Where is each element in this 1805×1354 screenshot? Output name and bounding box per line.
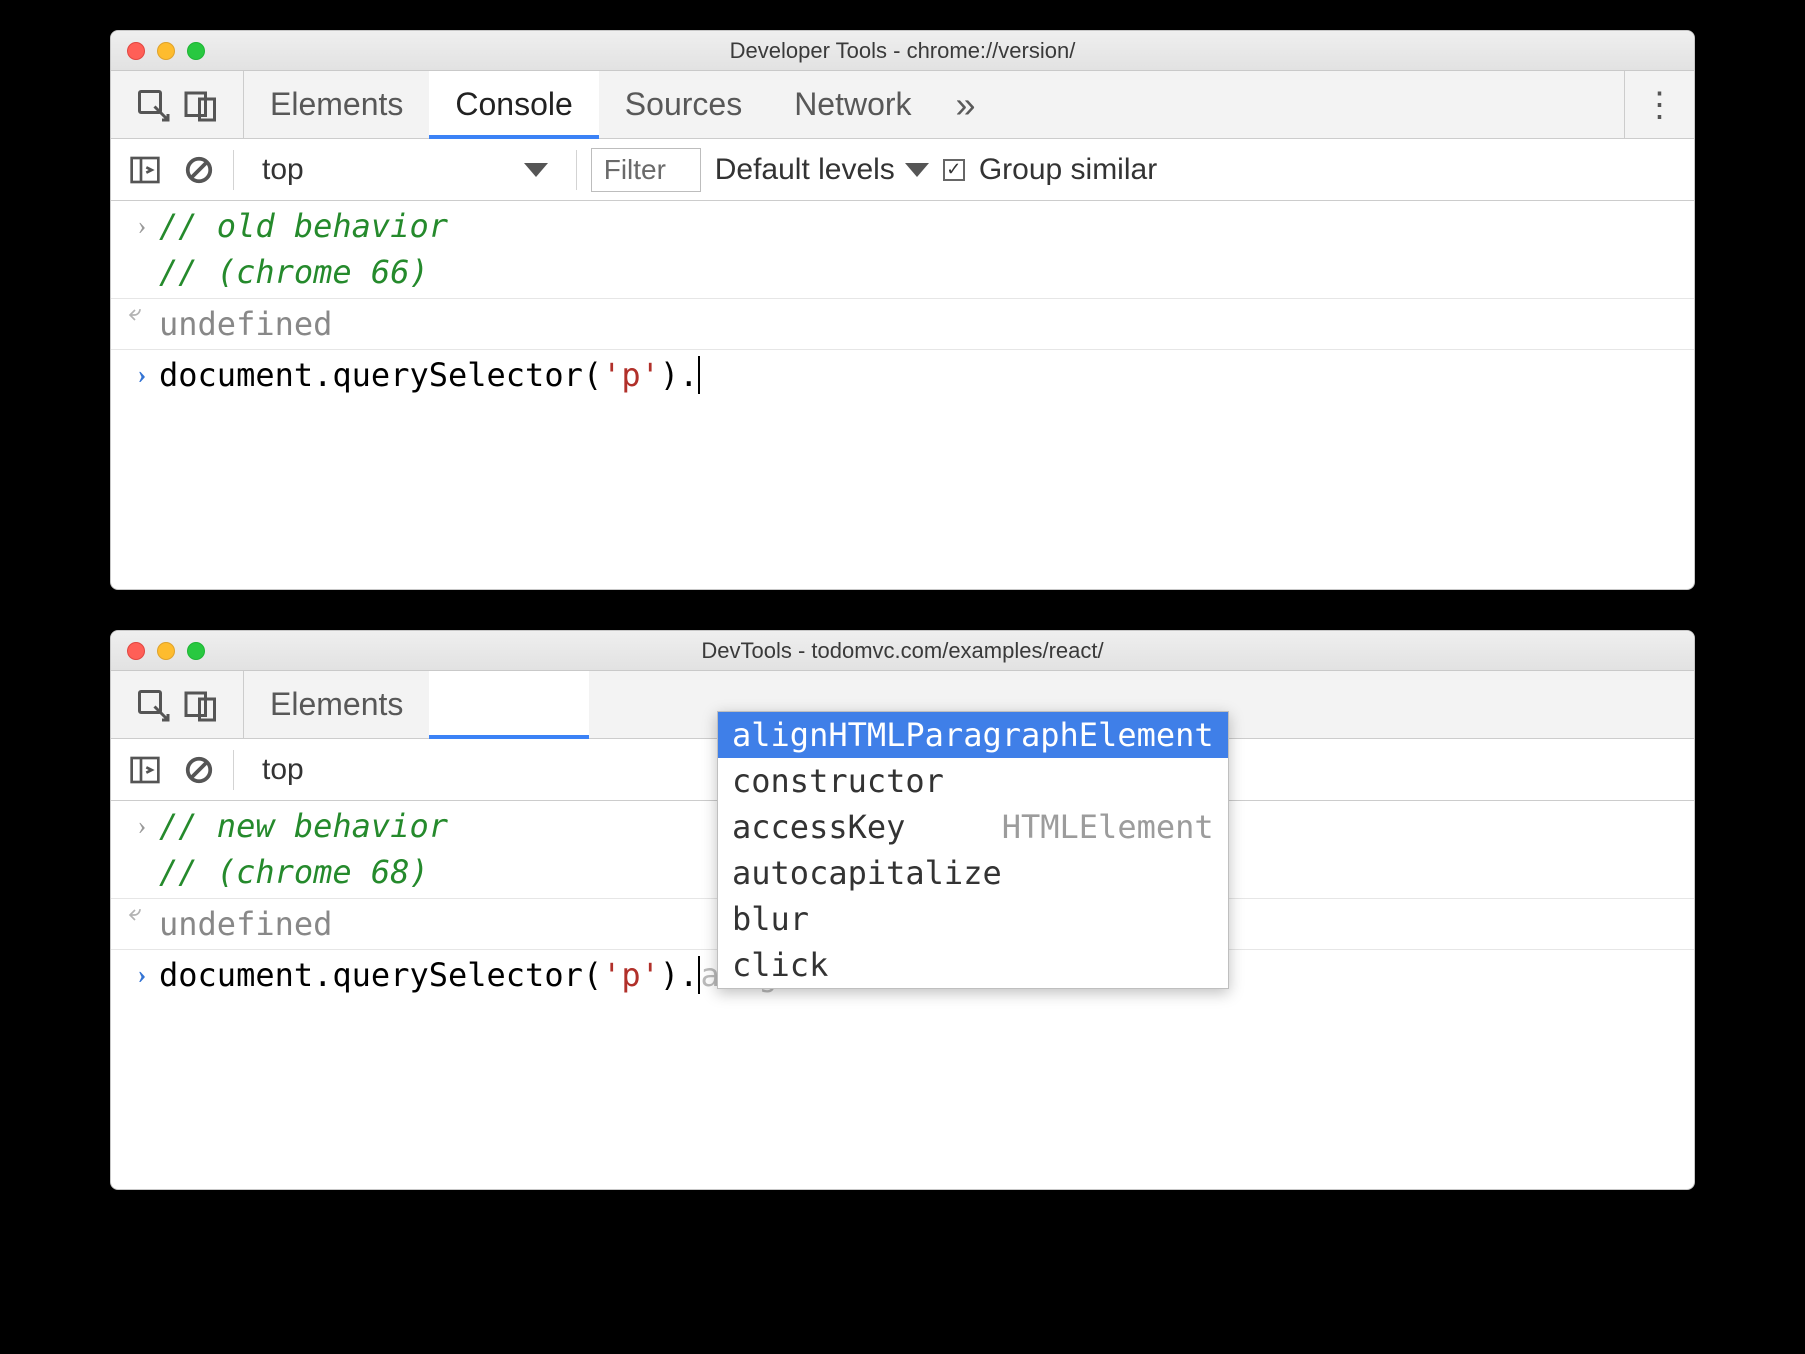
prompt-caret-icon: › bbox=[125, 352, 159, 394]
ac-label: accessKey bbox=[732, 808, 905, 846]
context-label: top bbox=[262, 153, 304, 187]
minimize-icon[interactable] bbox=[157, 42, 175, 60]
code-string: 'p' bbox=[602, 956, 660, 994]
traffic-lights bbox=[111, 642, 205, 660]
input-caret-icon: › bbox=[125, 203, 159, 245]
traffic-lights bbox=[111, 42, 205, 60]
clear-console-icon[interactable] bbox=[179, 150, 219, 190]
window-title: Developer Tools - chrome://version/ bbox=[111, 38, 1694, 64]
console-prompt-row[interactable]: › document.querySelector('p'). bbox=[111, 349, 1694, 400]
code-text: ). bbox=[660, 356, 699, 394]
group-similar-checkbox[interactable]: ✓ bbox=[943, 159, 965, 181]
close-icon[interactable] bbox=[127, 642, 145, 660]
autocomplete-item[interactable]: autocapitalize bbox=[718, 850, 1228, 896]
tab-sources[interactable]: Sources bbox=[599, 71, 768, 138]
close-icon[interactable] bbox=[127, 42, 145, 60]
comment: // (chrome 66) bbox=[159, 253, 429, 291]
console-output-row: undefined bbox=[111, 298, 1694, 349]
group-similar-label: Group similar bbox=[979, 153, 1157, 187]
tab-elements[interactable]: Elements bbox=[244, 71, 429, 138]
autocomplete-item[interactable]: accessKey HTMLElement bbox=[718, 804, 1228, 850]
inspect-icon[interactable] bbox=[133, 685, 173, 725]
output-caret-icon bbox=[125, 301, 159, 325]
text-cursor bbox=[698, 356, 701, 394]
tabbar: Elements Console Sources Network » ⋮ bbox=[111, 71, 1694, 139]
console-sidebar-toggle-icon[interactable] bbox=[125, 150, 165, 190]
ac-hint: HTMLElement bbox=[1002, 808, 1214, 846]
tab-console-hidden[interactable] bbox=[429, 671, 589, 738]
code-text: ). bbox=[660, 956, 699, 994]
device-toggle-icon[interactable] bbox=[181, 85, 221, 125]
ac-label: constructor bbox=[732, 762, 944, 800]
log-levels-selector[interactable]: Default levels bbox=[715, 153, 929, 187]
minimize-icon[interactable] bbox=[157, 642, 175, 660]
filter-input[interactable]: Filter bbox=[591, 148, 701, 192]
code-string: 'p' bbox=[602, 356, 660, 394]
autocomplete-item[interactable]: blur bbox=[718, 896, 1228, 942]
chevron-down-icon bbox=[524, 163, 548, 177]
autocomplete-item[interactable]: constructor bbox=[718, 758, 1228, 804]
ac-hint: HTMLParagraphElement bbox=[828, 716, 1213, 754]
comment: // (chrome 68) bbox=[159, 853, 429, 891]
console-result: undefined bbox=[159, 301, 332, 347]
output-caret-icon bbox=[125, 901, 159, 925]
tool-group bbox=[111, 71, 244, 138]
console-input[interactable]: document.querySelector('p'). bbox=[159, 352, 701, 398]
filter-placeholder: Filter bbox=[604, 154, 666, 186]
context-selector[interactable]: top bbox=[248, 753, 318, 787]
separator bbox=[233, 750, 234, 790]
clear-console-icon[interactable] bbox=[179, 750, 219, 790]
console-body: › // old behavior // (chrome 66) undefin… bbox=[111, 201, 1694, 451]
devtools-window-1: Developer Tools - chrome://version/ Elem… bbox=[110, 30, 1695, 590]
autocomplete-item[interactable]: align HTMLParagraphElement bbox=[718, 712, 1228, 758]
input-caret-icon: › bbox=[125, 803, 159, 845]
ac-label: click bbox=[732, 946, 828, 984]
devtools-window-2: DevTools - todomvc.com/examples/react/ E… bbox=[110, 630, 1695, 1190]
context-label: top bbox=[262, 753, 304, 787]
comment: // old behavior bbox=[159, 207, 448, 245]
titlebar: Developer Tools - chrome://version/ bbox=[111, 31, 1694, 71]
ac-label: blur bbox=[732, 900, 809, 938]
console-toolbar: top Filter Default levels ✓ Group simila… bbox=[111, 139, 1694, 201]
device-toggle-icon[interactable] bbox=[181, 685, 221, 725]
zoom-icon[interactable] bbox=[187, 642, 205, 660]
console-sidebar-toggle-icon[interactable] bbox=[125, 750, 165, 790]
console-result: undefined bbox=[159, 901, 332, 947]
ac-label: align bbox=[732, 716, 828, 754]
code-text: document.querySelector( bbox=[159, 956, 602, 994]
levels-label: Default levels bbox=[715, 153, 895, 187]
tabs: Elements bbox=[244, 671, 589, 738]
console-input-row: › // old behavior // (chrome 66) bbox=[111, 201, 1694, 298]
separator bbox=[576, 150, 577, 190]
console-input[interactable]: document.querySelector('p').align bbox=[159, 952, 797, 998]
comment: // new behavior bbox=[159, 807, 448, 845]
tab-network[interactable]: Network bbox=[768, 71, 937, 138]
separator bbox=[233, 150, 234, 190]
chevron-down-icon bbox=[905, 163, 929, 177]
autocomplete-item[interactable]: click bbox=[718, 942, 1228, 988]
tab-elements[interactable]: Elements bbox=[244, 671, 429, 738]
console-code: // old behavior // (chrome 66) bbox=[159, 203, 448, 296]
context-selector[interactable]: top bbox=[248, 153, 562, 187]
zoom-icon[interactable] bbox=[187, 42, 205, 60]
ac-label: autocapitalize bbox=[732, 854, 1002, 892]
tabs: Elements Console Sources Network » bbox=[244, 71, 994, 138]
code-text: document.querySelector( bbox=[159, 356, 602, 394]
tool-group bbox=[111, 671, 244, 738]
window-title: DevTools - todomvc.com/examples/react/ bbox=[111, 638, 1694, 664]
inspect-icon[interactable] bbox=[133, 85, 173, 125]
titlebar: DevTools - todomvc.com/examples/react/ bbox=[111, 631, 1694, 671]
autocomplete-popup[interactable]: align HTMLParagraphElement constructor a… bbox=[717, 711, 1229, 989]
more-tabs-icon[interactable]: » bbox=[938, 71, 994, 138]
tab-console[interactable]: Console bbox=[429, 71, 598, 138]
prompt-caret-icon: › bbox=[125, 952, 159, 994]
console-code: // new behavior // (chrome 68) bbox=[159, 803, 448, 896]
kebab-menu-icon[interactable]: ⋮ bbox=[1624, 71, 1694, 138]
